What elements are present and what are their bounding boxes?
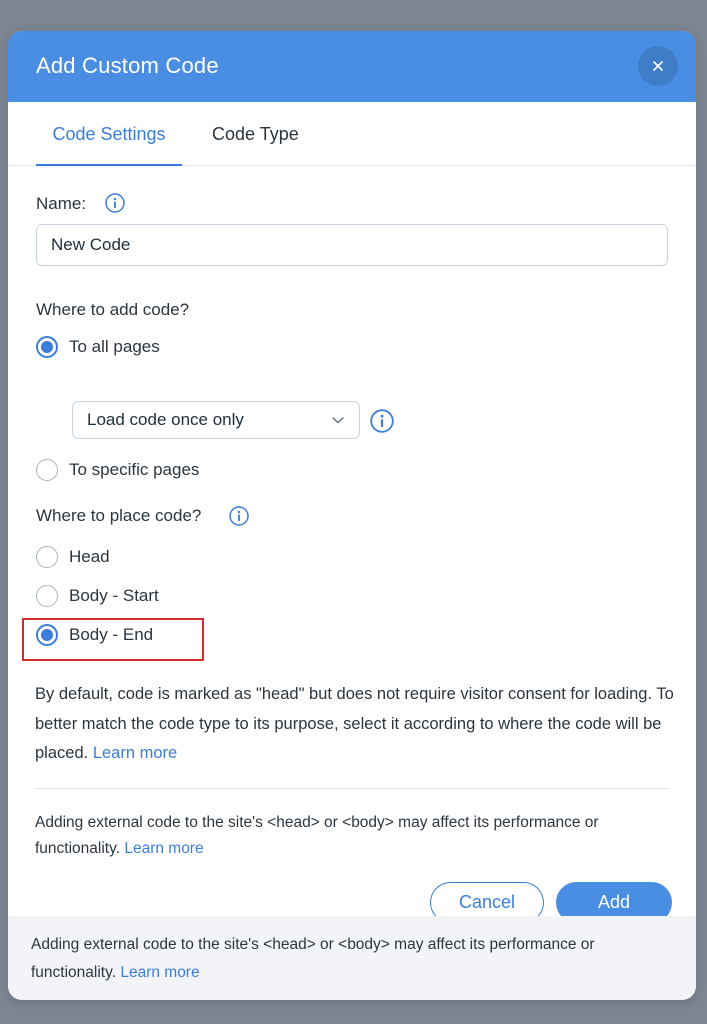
learn-more-link[interactable]: Learn more bbox=[120, 964, 199, 981]
dialog-footer: Adding external code to the site's <head… bbox=[8, 916, 696, 1000]
radio-label: To all pages bbox=[69, 337, 160, 356]
tab-code-settings[interactable]: Code Settings bbox=[36, 102, 182, 166]
radio-head[interactable]: Head bbox=[36, 546, 110, 568]
learn-more-link[interactable]: Learn more bbox=[124, 840, 203, 857]
where-to-add-label: Where to add code? bbox=[36, 300, 190, 319]
where-to-place-label: Where to place code? bbox=[36, 506, 202, 525]
radio-button[interactable] bbox=[36, 546, 58, 568]
radio-specific-pages[interactable]: To specific pages bbox=[36, 459, 199, 481]
close-button[interactable] bbox=[638, 46, 678, 86]
warning-body: Adding external code to the site's <head… bbox=[35, 814, 599, 857]
radio-body-start[interactable]: Body - Start bbox=[36, 585, 159, 607]
radio-label: To specific pages bbox=[69, 460, 200, 479]
info-icon[interactable] bbox=[370, 409, 394, 433]
learn-more-link[interactable]: Learn more bbox=[93, 744, 177, 762]
radio-all-pages[interactable]: To all pages bbox=[36, 336, 160, 358]
close-icon bbox=[653, 61, 663, 71]
name-label: Name: bbox=[36, 194, 87, 213]
chevron-down-icon bbox=[332, 417, 344, 424]
footer-text: Adding external code to the site's <head… bbox=[31, 931, 681, 987]
add-custom-code-dialog: Add Custom Code Code Settings Code Type … bbox=[8, 31, 696, 1000]
dialog-content: Name: Where to add code? To all pages Lo… bbox=[8, 166, 696, 923]
radio-body-end[interactable]: Body - End bbox=[36, 624, 153, 646]
footer-body: Adding external code to the site's <head… bbox=[31, 936, 595, 981]
radio-label: Head bbox=[69, 547, 110, 566]
radio-button[interactable] bbox=[36, 624, 58, 646]
info-icon[interactable] bbox=[105, 193, 125, 213]
info-icon[interactable] bbox=[229, 506, 249, 526]
load-code-dropdown[interactable]: Load code once only bbox=[72, 401, 360, 439]
dialog-header: Add Custom Code bbox=[8, 31, 696, 102]
dropdown-value: Load code once only bbox=[87, 410, 244, 429]
radio-label: Body - Start bbox=[69, 586, 159, 605]
divider bbox=[35, 788, 669, 789]
radio-button[interactable] bbox=[36, 336, 58, 358]
name-input[interactable] bbox=[36, 224, 668, 266]
radio-button[interactable] bbox=[36, 459, 58, 481]
radio-button[interactable] bbox=[36, 585, 58, 607]
dialog-title: Add Custom Code bbox=[36, 53, 219, 78]
tab-bar: Code Settings Code Type bbox=[8, 102, 696, 166]
description-text: By default, code is marked as "head" but… bbox=[35, 680, 675, 769]
warning-text: Adding external code to the site's <head… bbox=[35, 810, 675, 862]
radio-label: Body - End bbox=[69, 625, 154, 644]
tab-code-type[interactable]: Code Type bbox=[212, 102, 299, 166]
